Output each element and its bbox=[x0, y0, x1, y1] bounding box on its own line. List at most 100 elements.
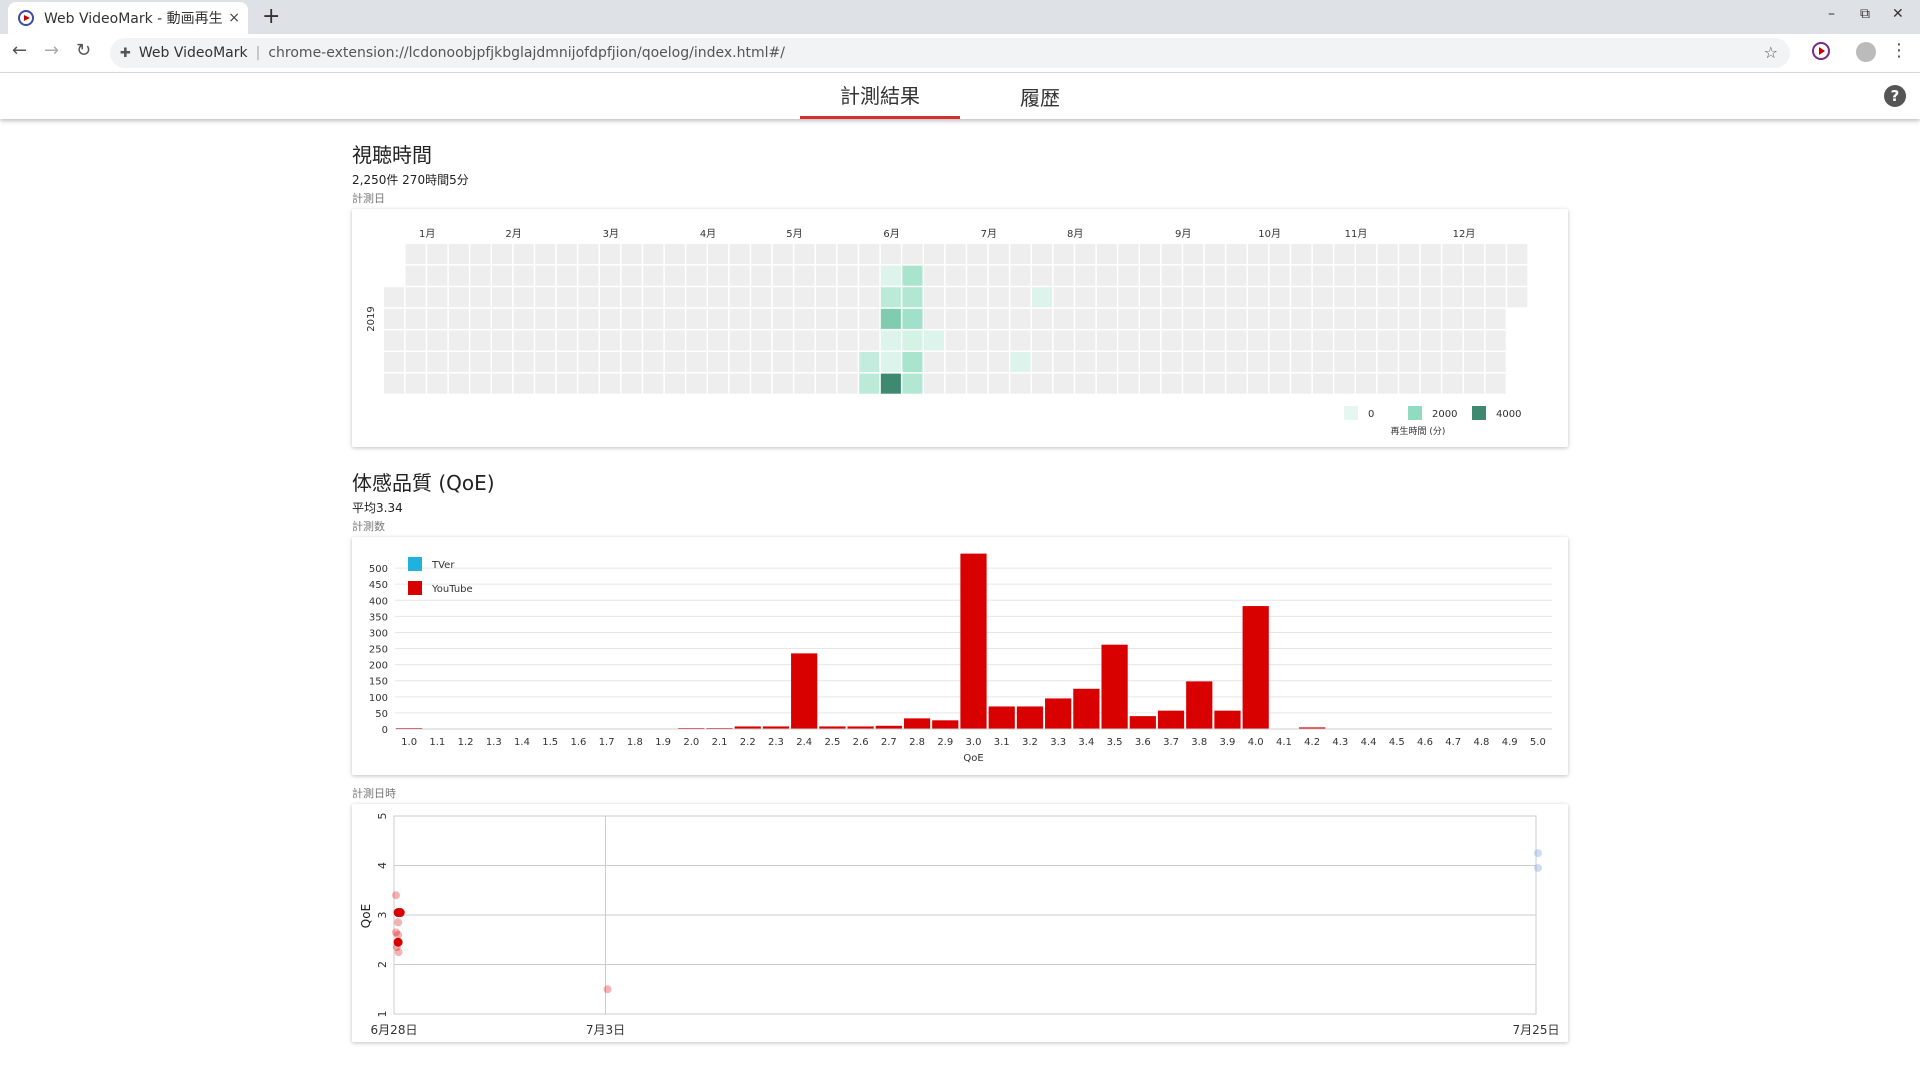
calendar-day-cell bbox=[1485, 373, 1506, 394]
calendar-day-cell bbox=[1118, 265, 1139, 286]
profile-avatar-icon[interactable] bbox=[1856, 42, 1876, 62]
calendar-day-cell bbox=[470, 373, 491, 394]
calendar-day-cell bbox=[427, 265, 448, 286]
calendar-day-cell bbox=[1334, 287, 1355, 308]
calendar-day-cell bbox=[1161, 373, 1182, 394]
calendar-day-cell bbox=[708, 265, 729, 286]
calendar-day-cell bbox=[600, 287, 621, 308]
calendar-day-cell bbox=[1356, 265, 1377, 286]
qoe-timeline-scatter: 1 2 3 4 5 6月28日 7月3日 7月25日 QoE bbox=[359, 813, 1560, 1038]
calendar-day-cell bbox=[1312, 308, 1333, 329]
calendar-day-cell bbox=[1075, 244, 1096, 265]
calendar-day-cell bbox=[1291, 308, 1312, 329]
histogram-bar bbox=[1073, 688, 1100, 729]
calendar-day-cell bbox=[513, 308, 534, 329]
calendar-day-cell bbox=[1291, 287, 1312, 308]
calendar-day-cell bbox=[924, 373, 945, 394]
calendar-day-cell bbox=[967, 244, 988, 265]
calendar-day-cell bbox=[1248, 373, 1269, 394]
calendar-day-cell bbox=[1161, 265, 1182, 286]
kebab-menu-icon[interactable]: ⋮ bbox=[1890, 40, 1908, 61]
calendar-day-cell bbox=[1312, 244, 1333, 265]
tab-measurement-results[interactable]: 計測結果 bbox=[800, 73, 960, 119]
calendar-day-cell bbox=[686, 287, 707, 308]
calendar-month-label: 9月 bbox=[1175, 228, 1191, 240]
scatter-x-tick-label: 7月25日 bbox=[1513, 1023, 1560, 1037]
app-header: 計測結果 履歴 ? bbox=[0, 73, 1920, 119]
calendar-day-cell bbox=[535, 308, 556, 329]
url-text[interactable]: chrome-extension://lcdonoobjpfjkbglajdmn… bbox=[268, 45, 785, 61]
calendar-day-cell bbox=[1356, 352, 1377, 373]
back-arrow-icon[interactable]: ← bbox=[12, 40, 27, 61]
calendar-day-cell bbox=[1161, 330, 1182, 351]
calendar-day-cell bbox=[578, 352, 599, 373]
calendar-day-cell bbox=[1248, 330, 1269, 351]
calendar-day-cell bbox=[988, 244, 1009, 265]
calendar-day-cell bbox=[1204, 352, 1225, 373]
calendar-legend-label: 0 bbox=[1368, 409, 1374, 420]
calendar-day-cell bbox=[945, 308, 966, 329]
calendar-day-cell bbox=[1140, 352, 1161, 373]
minimize-window-button[interactable]: – bbox=[1828, 6, 1835, 22]
calendar-day-cell bbox=[621, 352, 642, 373]
browser-tab[interactable]: Web VideoMark - 動画再生 × bbox=[8, 2, 248, 34]
calendar-day-cell bbox=[1442, 330, 1463, 351]
calendar-day-cell bbox=[1161, 287, 1182, 308]
calendar-day-cell bbox=[1183, 373, 1204, 394]
new-tab-button[interactable]: + bbox=[262, 4, 280, 29]
calendar-day-cell bbox=[1140, 265, 1161, 286]
histogram-legend-label: YouTube bbox=[431, 584, 473, 595]
calendar-legend-swatch bbox=[1472, 406, 1486, 420]
calendar-day-cell bbox=[1096, 244, 1117, 265]
calendar-legend-swatch bbox=[1344, 406, 1358, 420]
calendar-day-cell bbox=[1442, 308, 1463, 329]
calendar-day-cell bbox=[686, 265, 707, 286]
calendar-day-cell bbox=[967, 287, 988, 308]
calendar-day-cell bbox=[1248, 244, 1269, 265]
histogram-x-tick-label: 4.8 bbox=[1473, 737, 1489, 748]
calendar-day-cell bbox=[859, 244, 880, 265]
calendar-day-cell bbox=[1377, 330, 1398, 351]
calendar-day-cell bbox=[1248, 352, 1269, 373]
histogram-x-tick-label: 2.7 bbox=[881, 737, 897, 748]
calendar-day-cell bbox=[967, 352, 988, 373]
calendar-day-cell bbox=[621, 330, 642, 351]
calendar-day-cell bbox=[556, 265, 577, 286]
calendar-day-cell bbox=[643, 244, 664, 265]
calendar-day-cell bbox=[405, 330, 426, 351]
calendar-day-cell bbox=[1507, 244, 1528, 265]
tab-history[interactable]: 履歴 bbox=[960, 73, 1120, 119]
calendar-day-cell bbox=[621, 308, 642, 329]
calendar-day-cell bbox=[772, 308, 793, 329]
help-icon[interactable]: ? bbox=[1884, 85, 1906, 107]
calendar-day-cell bbox=[1183, 265, 1204, 286]
calendar-day-cell bbox=[1226, 330, 1247, 351]
histogram-bar bbox=[932, 720, 959, 729]
calendar-day-cell bbox=[902, 373, 923, 394]
calendar-day-cell bbox=[664, 265, 685, 286]
calendar-day-cell bbox=[664, 287, 685, 308]
calendar-day-cell bbox=[643, 330, 664, 351]
histogram-y-tick-label: 50 bbox=[375, 709, 388, 720]
close-tab-icon[interactable]: × bbox=[228, 10, 240, 26]
address-bar[interactable]: ✚ Web VideoMark | chrome-extension://lcd… bbox=[110, 38, 1790, 68]
forward-arrow-icon[interactable]: → bbox=[44, 40, 59, 61]
scatter-y-tick-label: 2 bbox=[376, 961, 389, 968]
reload-icon[interactable]: ↻ bbox=[76, 40, 91, 61]
restore-window-button[interactable]: ⧉ bbox=[1860, 6, 1870, 22]
histogram-bar bbox=[1129, 716, 1156, 729]
videomark-extension-icon[interactable] bbox=[1812, 42, 1830, 60]
calendar-day-cell bbox=[1140, 287, 1161, 308]
calendar-day-cell bbox=[1399, 287, 1420, 308]
calendar-legend-label: 2000 bbox=[1432, 409, 1457, 420]
measurement-datetime-caption: 計測日時 bbox=[352, 787, 396, 800]
calendar-day-cell bbox=[1075, 287, 1096, 308]
histogram-y-tick-label: 150 bbox=[369, 677, 388, 688]
close-window-button[interactable]: ✕ bbox=[1892, 6, 1904, 22]
viewing-time-summary: 2,250件 270時間5分 bbox=[352, 173, 469, 187]
calendar-day-cell bbox=[1096, 352, 1117, 373]
histogram-y-tick-label: 250 bbox=[369, 645, 388, 656]
calendar-day-cell bbox=[1226, 244, 1247, 265]
bookmark-star-icon[interactable]: ☆ bbox=[1764, 43, 1778, 62]
histogram-x-tick-label: 3.1 bbox=[994, 737, 1010, 748]
